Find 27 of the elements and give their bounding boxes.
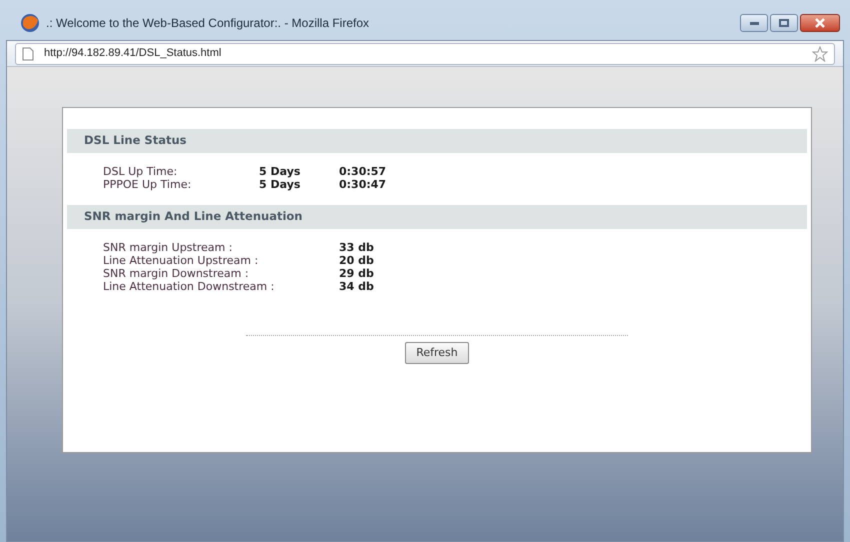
address-field[interactable]: http://94.182.89.41/DSL_Status.html <box>15 42 835 64</box>
close-icon <box>815 18 825 28</box>
status-label: Line Attenuation Downstream : <box>103 280 276 293</box>
section-header: DSL Line Status <box>67 129 807 153</box>
status-label: PPPOE Up Time: <box>103 178 192 191</box>
refresh-button[interactable]: Refresh <box>405 342 469 364</box>
status-label: SNR margin Upstream : <box>103 241 234 254</box>
status-value: 0:30:47 <box>339 178 386 191</box>
browser-logo-icon <box>20 13 40 33</box>
status-value: 33 db <box>339 241 374 254</box>
status-value: 20 db <box>339 254 374 267</box>
status-value: 5 Days <box>259 165 302 178</box>
close-button[interactable] <box>800 14 840 32</box>
status-label: Line Attenuation Upstream : <box>103 254 260 267</box>
minimize-button[interactable] <box>740 14 768 32</box>
status-label: DSL Up Time: <box>103 165 178 178</box>
section-header: SNR margin And Line Attenuation <box>67 205 807 229</box>
maximize-button[interactable] <box>770 14 798 32</box>
status-value: 0:30:57 <box>339 165 386 178</box>
window-title: .: Welcome to the Web-Based Configurator:. - Mozilla Firefox <box>46 15 370 32</box>
star-icon[interactable] <box>812 46 828 62</box>
status-value: 29 db <box>339 267 374 280</box>
page-icon <box>22 46 34 60</box>
status-label: SNR margin Downstream : <box>103 267 250 280</box>
status-value: 5 Days <box>259 178 302 191</box>
status-value: 34 db <box>339 280 374 293</box>
url-text: http://94.182.89.41/DSL_Status.html <box>44 46 222 62</box>
